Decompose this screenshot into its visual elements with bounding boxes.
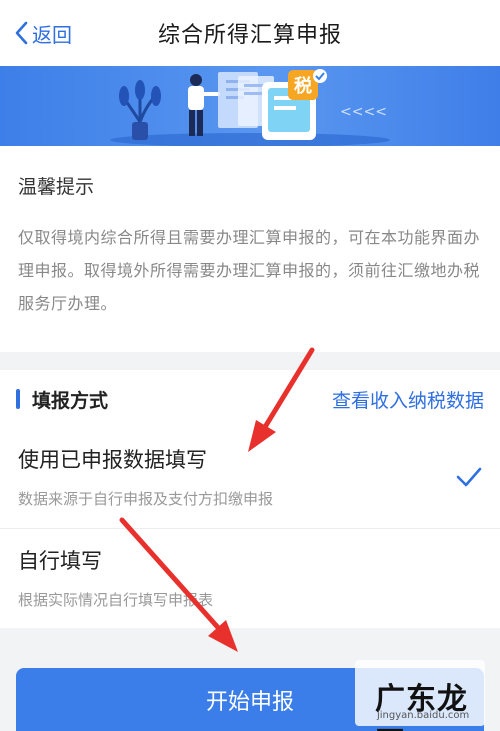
plant-icon (119, 80, 161, 140)
tax-badge-icon: 税 (288, 69, 327, 100)
navigation-bar: 返回 综合所得汇算申报 (0, 0, 500, 66)
watermark: 广东龙网 jingyan.baidu.com (355, 660, 485, 731)
view-tax-data-link[interactable]: 查看收入纳税数据 (332, 386, 484, 413)
banner-art: 税 <<<< (110, 69, 390, 146)
option-title: 使用已申报数据填写 (18, 448, 207, 472)
person-icon (188, 74, 220, 136)
svg-text:税: 税 (294, 75, 312, 97)
warm-tips-card: 温馨提示 仅取得境内综合所得且需要办理汇算申报的，可在本功能界面办理申报。取得境… (0, 146, 500, 352)
banner-illustration: 税 <<<< (0, 66, 500, 146)
page-title: 综合所得汇算申报 (157, 23, 342, 48)
section-accent-bar (16, 389, 20, 409)
banner-arrows: <<<< (340, 104, 387, 120)
back-button[interactable]: 返回 (14, 18, 72, 48)
option-use-declared-data[interactable]: 使用已申报数据填写 数据来源于自行申报及支付方扣缴申报 (0, 428, 500, 528)
option-title: 自行填写 (18, 549, 102, 573)
option-desc: 根据实际情况自行填写申报表 (18, 591, 214, 609)
chevron-left-icon (15, 21, 28, 45)
section-header: 填报方式 查看收入纳税数据 (0, 370, 500, 428)
start-declaration-label: 开始申报 (205, 689, 294, 715)
tips-title: 温馨提示 (18, 176, 95, 198)
watermark-sub: jingyan.baidu.com (377, 710, 470, 721)
option-desc: 数据来源于自行申报及支付方扣缴申报 (18, 490, 274, 508)
watermark-title: 广东龙网 (375, 682, 468, 731)
tips-body: 仅取得境内综合所得且需要办理汇算申报的，可在本功能界面办理申报。取得境外所得需要… (18, 228, 481, 313)
option-self-fill[interactable]: 自行填写 根据实际情况自行填写申报表 (0, 528, 500, 628)
checkmark-icon (456, 467, 482, 487)
section-title: 填报方式 (32, 389, 109, 412)
back-label: 返回 (32, 22, 72, 47)
fill-method-section: 填报方式 查看收入纳税数据 使用已申报数据填写 数据来源于自行申报及支付方扣缴申… (0, 370, 500, 628)
